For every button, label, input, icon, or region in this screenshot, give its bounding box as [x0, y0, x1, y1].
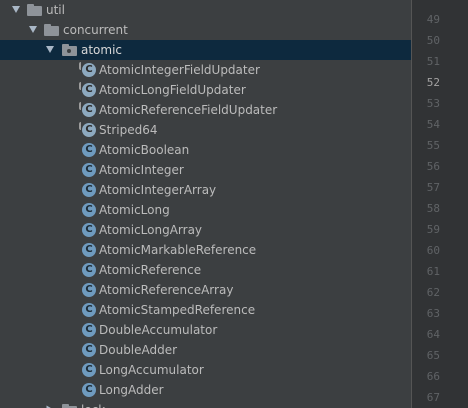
class-icon: C	[82, 223, 96, 237]
class-icon: C	[82, 363, 96, 377]
tree-item-class[interactable]: C AtomicBoolean	[0, 140, 411, 160]
line-number: 51	[426, 55, 440, 68]
class-icon: C	[82, 183, 96, 197]
line-number: 61	[426, 265, 440, 278]
tree-item-label: AtomicMarkableReference	[99, 243, 257, 257]
class-icon: C	[82, 163, 96, 177]
line-number: 50	[426, 34, 440, 47]
tree-item-label: DoubleAccumulator	[99, 323, 218, 337]
line-number: 62	[426, 286, 440, 299]
class-icon: C	[82, 243, 96, 257]
tree-item-label: concurrent	[63, 23, 128, 37]
abstract-class-icon: C	[79, 122, 96, 137]
tree-item-class[interactable]: C AtomicLong	[0, 200, 411, 220]
abstract-class-icon: C	[79, 102, 96, 117]
abstract-class-icon: C	[79, 62, 96, 77]
line-number: 52	[426, 76, 440, 89]
tree-item-class[interactable]: C AtomicLongFieldUpdater	[0, 80, 411, 100]
tree-item-lock[interactable]: lock	[0, 400, 411, 408]
class-icon: C	[82, 323, 96, 337]
class-icon: C	[82, 263, 96, 277]
tree-item-label: AtomicReferenceArray	[99, 283, 234, 297]
tree-item-class[interactable]: C AtomicLongArray	[0, 220, 411, 240]
line-number: 59	[426, 223, 440, 236]
class-icon: C	[82, 303, 96, 317]
package-icon	[62, 44, 77, 56]
folder-icon	[62, 404, 77, 408]
tree-item-label: LongAdder	[99, 383, 164, 397]
expand-arrow-icon[interactable]	[12, 6, 20, 13]
class-icon: C	[82, 343, 96, 357]
tree-item-label: AtomicLong	[99, 203, 170, 217]
line-number: 49	[426, 13, 440, 26]
tree-item-label: LongAccumulator	[99, 363, 204, 377]
expand-arrow-icon[interactable]	[46, 46, 54, 53]
tree-item-label: AtomicIntegerArray	[99, 183, 217, 197]
class-icon: C	[82, 383, 96, 397]
tree-item-class[interactable]: C DoubleAdder	[0, 340, 411, 360]
tree-item-label: AtomicReferenceFieldUpdater	[99, 103, 278, 117]
folder-icon	[44, 24, 59, 36]
class-icon: C	[82, 203, 96, 217]
tree-item-label: lock	[81, 400, 105, 408]
tree-item-label: AtomicLongArray	[99, 223, 203, 237]
tree-item-class[interactable]: C AtomicIntegerFieldUpdater	[0, 60, 411, 80]
line-number: 58	[426, 202, 440, 215]
tree-item-class[interactable]: C AtomicIntegerArray	[0, 180, 411, 200]
tree-item-label: AtomicLongFieldUpdater	[99, 83, 246, 97]
tree-item-label: AtomicReference	[99, 263, 202, 277]
line-number: 57	[426, 181, 440, 194]
tree-item-label: AtomicBoolean	[99, 143, 190, 157]
line-number: 63	[426, 307, 440, 320]
tree-item-class[interactable]: C Striped64	[0, 120, 411, 140]
line-number: 65	[426, 349, 440, 362]
tree-item-label: AtomicIntegerFieldUpdater	[99, 63, 260, 77]
tree-item-label: AtomicStampedReference	[99, 303, 256, 317]
expand-arrow-icon[interactable]	[29, 26, 37, 33]
tree-item-label: atomic	[81, 43, 123, 57]
line-number: 64	[426, 328, 440, 341]
tree-item-concurrent[interactable]: concurrent	[0, 20, 411, 40]
tree-item-class[interactable]: C AtomicReference	[0, 260, 411, 280]
line-number: 54	[426, 118, 440, 131]
line-number: 53	[426, 97, 440, 110]
line-number: 67	[426, 391, 440, 404]
tree-item-label: DoubleAdder	[99, 343, 178, 357]
tree-item-label: Striped64	[99, 123, 158, 137]
tree-item-class[interactable]: C AtomicInteger	[0, 160, 411, 180]
tree-item-class[interactable]: C AtomicStampedReference	[0, 300, 411, 320]
line-number: 56	[426, 160, 440, 173]
tree-item-class[interactable]: C DoubleAccumulator	[0, 320, 411, 340]
line-number: 60	[426, 244, 440, 257]
tree-item-class[interactable]: C LongAdder	[0, 380, 411, 400]
tree-item-label: util	[46, 3, 65, 17]
class-icon: C	[82, 143, 96, 157]
tree-item-label: AtomicInteger	[99, 163, 184, 177]
class-icon: C	[82, 283, 96, 297]
project-tree[interactable]: util concurrent atomic C AtomicIntegerFieldU…	[0, 0, 411, 408]
tree-item-class[interactable]: C AtomicReferenceArray	[0, 280, 411, 300]
tree-item-util[interactable]: util	[0, 0, 411, 20]
line-number: 55	[426, 139, 440, 152]
tree-item-atomic[interactable]: atomic	[0, 40, 411, 60]
tree-item-class[interactable]: C LongAccumulator	[0, 360, 411, 380]
line-number-gutter: 49 50 51 52 53 54 55 56 57 58 59 60 61 62 63 64 65 66 67	[411, 0, 468, 408]
tree-item-class[interactable]: C AtomicMarkableReference	[0, 240, 411, 260]
folder-icon	[27, 4, 42, 16]
abstract-class-icon: C	[79, 82, 96, 97]
tree-item-class[interactable]: C AtomicReferenceFieldUpdater	[0, 100, 411, 120]
line-number: 66	[426, 370, 440, 383]
